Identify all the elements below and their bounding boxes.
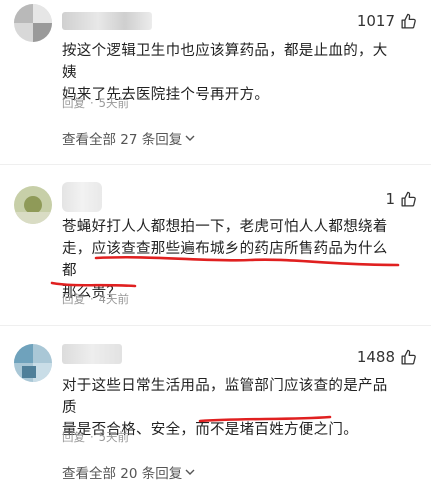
reply-link[interactable]: 回复 <box>62 96 85 110</box>
comment-meta: 回复 · 5天前 <box>62 96 129 110</box>
nickname-blurred[interactable] <box>62 344 122 364</box>
comment-line: 苍蝇好打人人都想拍一下，老虎可怕人人都想绕着 <box>62 219 388 235</box>
timestamp: 5天前 <box>98 430 129 444</box>
divider <box>0 164 431 165</box>
like-button[interactable]: 1488 <box>357 348 417 366</box>
thumbs-up-icon <box>401 13 416 29</box>
like-button[interactable]: 1017 <box>357 12 417 30</box>
like-count: 1 <box>385 190 395 208</box>
thumbs-up-icon <box>401 349 416 365</box>
comment-meta: 回复 · 5天前 <box>62 430 129 444</box>
thumbs-up-icon <box>401 191 416 207</box>
nickname-blurred[interactable] <box>62 182 102 212</box>
nickname-blurred[interactable] <box>62 12 152 30</box>
like-button[interactable]: 1 <box>385 190 417 208</box>
timestamp: 4天前 <box>98 292 129 306</box>
view-all-replies[interactable]: 查看全部 20 条回复 <box>62 462 195 482</box>
comment-line: 走，应该查查那些遍布城乡的药店所售药品为什么都 <box>62 241 388 279</box>
timestamp: 5天前 <box>98 96 129 110</box>
divider <box>0 325 431 326</box>
view-all-label: 查看全部 20 条回复 <box>62 466 183 482</box>
reply-link[interactable]: 回复 <box>62 292 85 306</box>
avatar[interactable] <box>14 344 52 382</box>
avatar[interactable] <box>14 4 52 42</box>
comment-line: 按这个逻辑卫生巾也应该算药品，都是止血的，大姨 <box>62 43 388 81</box>
comment-meta: 回复 · 4天前 <box>62 292 129 306</box>
like-count: 1017 <box>356 12 395 30</box>
chevron-down-icon <box>185 135 195 141</box>
like-count: 1488 <box>356 348 395 366</box>
reply-link[interactable]: 回复 <box>62 430 85 444</box>
view-all-replies[interactable]: 查看全部 27 条回复 <box>62 128 195 148</box>
view-all-label: 查看全部 27 条回复 <box>62 132 183 148</box>
comment-line: 对于这些日常生活用品，监管部门应该查的是产品质 <box>62 378 388 416</box>
avatar[interactable] <box>14 186 52 224</box>
chevron-down-icon <box>185 469 195 475</box>
